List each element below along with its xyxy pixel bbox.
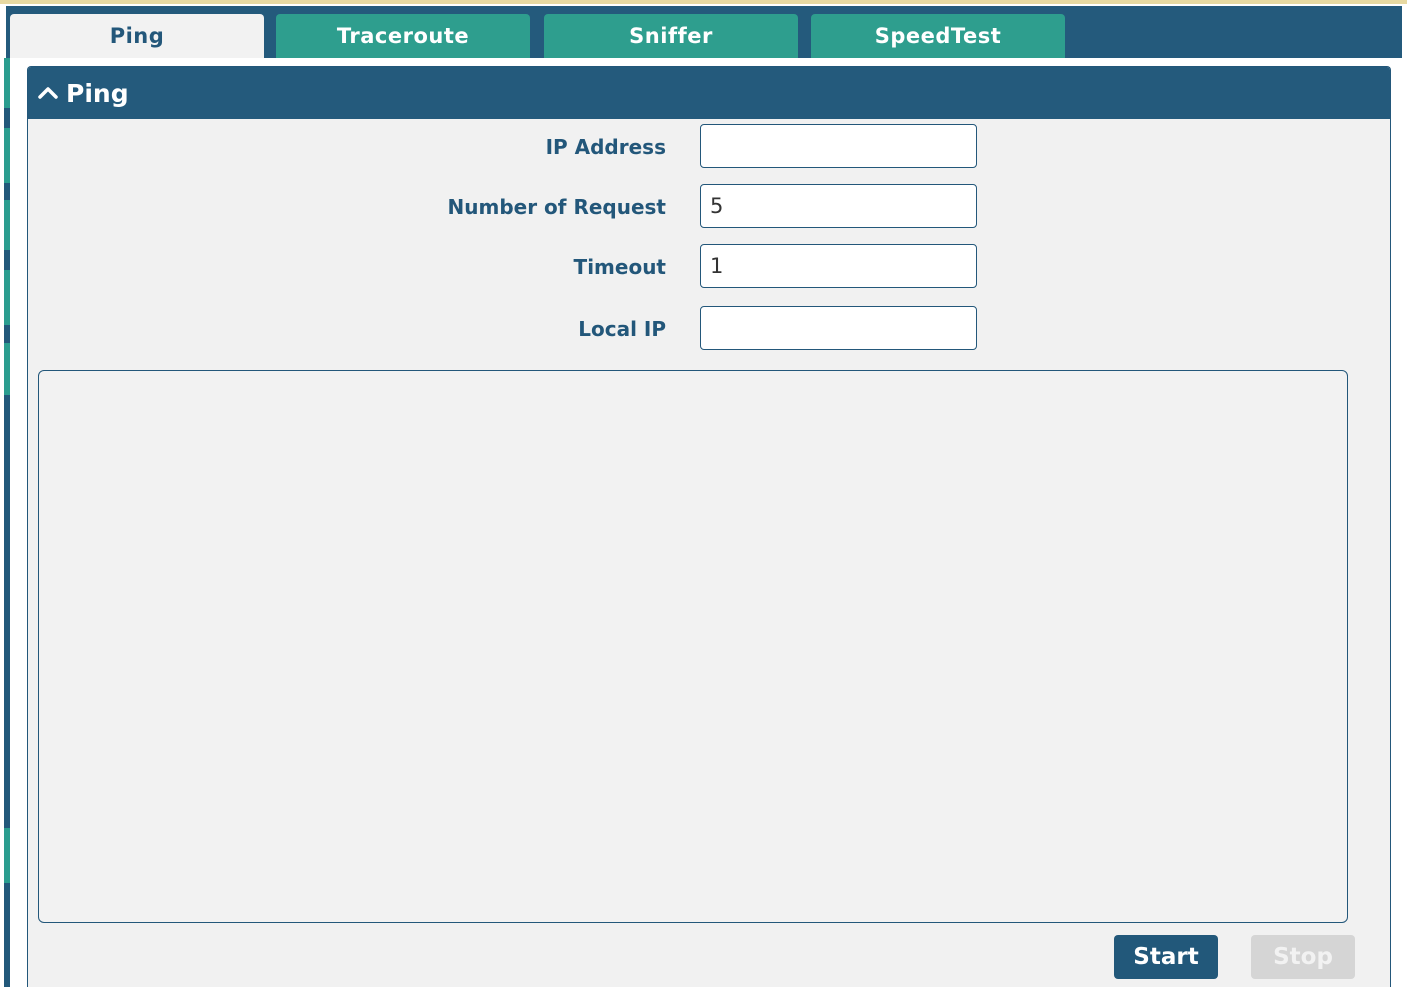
timeout-input[interactable] [700,244,977,288]
panel-header-toggle[interactable]: Ping [28,67,1390,119]
stop-button[interactable]: Stop [1251,935,1355,979]
timeout-label: Timeout [573,255,666,279]
ip-address-label: IP Address [545,135,666,159]
tab-traceroute[interactable]: Traceroute [276,14,530,58]
chevron-up-icon [38,87,58,99]
tab-bar: Ping Traceroute Sniffer SpeedTest [6,6,1402,58]
left-strip-segment [4,128,10,183]
app-frame: Ping Traceroute Sniffer SpeedTest Ping I… [0,0,1407,987]
left-edge-strip [4,58,10,987]
left-strip-segment [4,58,10,108]
tab-ping[interactable]: Ping [10,14,264,58]
tab-sniffer[interactable]: Sniffer [544,14,798,58]
start-button[interactable]: Start [1114,935,1218,979]
tab-speedtest[interactable]: SpeedTest [811,14,1065,58]
number-of-request-input[interactable] [700,184,977,228]
ping-panel: Ping IP Address Number of Request Timeou… [27,66,1391,987]
left-strip-segment [4,270,10,325]
left-strip-segment [4,343,10,395]
left-strip-segment [4,200,10,250]
ping-output-textarea[interactable] [38,370,1348,923]
ip-address-input[interactable] [700,124,977,168]
left-strip-segment [4,828,10,883]
local-ip-input[interactable] [700,306,977,350]
top-accent-line [0,0,1407,4]
local-ip-label: Local IP [578,317,666,341]
number-of-request-label: Number of Request [447,195,666,219]
panel-title: Ping [66,79,129,108]
